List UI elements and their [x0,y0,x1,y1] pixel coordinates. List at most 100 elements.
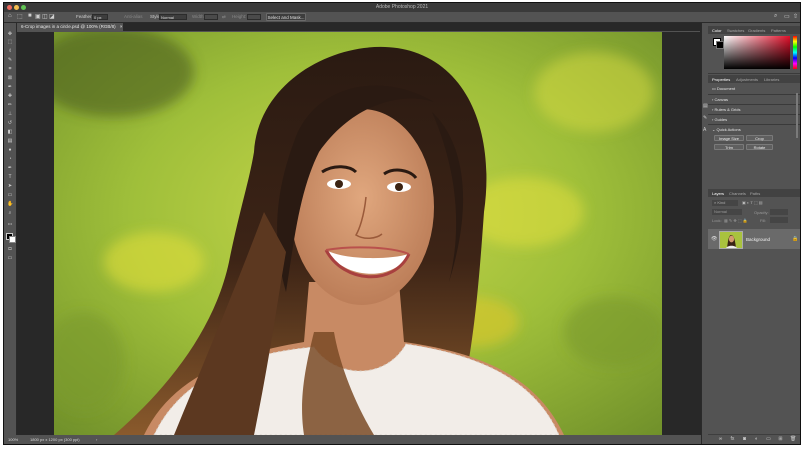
status-menu-icon[interactable]: › [96,437,97,442]
eyedropper-tool-icon[interactable]: ✒ [7,85,13,90]
section-canvas[interactable]: › Canvas [712,97,728,102]
background-color-swatch[interactable] [9,236,16,243]
crop-button[interactable]: Crop [746,135,773,141]
character-icon[interactable]: A [703,127,706,133]
tab-properties[interactable]: Properties [712,77,730,82]
type-tool-icon[interactable]: T [7,175,13,180]
tools-panel: ✥ ⬚ ℓ ✎ ⌗ ⊠ ✒ ✚ ✏ ⊥ ↺ ◧ ▤ ● ◔ ✒ T ➤ ▭ ✋ … [4,23,17,444]
tab-channels[interactable]: Channels [729,191,746,196]
width-input[interactable] [204,14,218,20]
rotate-button[interactable]: Rotate [746,144,773,150]
add-mask-icon[interactable]: ◙ [742,437,747,442]
layer-style-icon[interactable]: fx [730,437,735,442]
lock-label: Lock: [712,218,722,223]
section-guides[interactable]: › Guides [712,117,727,122]
new-group-icon[interactable]: ▭ [766,437,771,442]
layer-filter-icons[interactable]: ▣ ◐ T ⬚ ▤ [742,200,763,205]
image-size-button[interactable]: Image Size [714,135,744,141]
link-layers-icon[interactable]: ∞ [718,437,723,442]
section-guides-label: Guides [714,117,728,122]
close-tab-icon[interactable]: × [120,24,123,29]
fill-label: Fill: [760,218,767,223]
document-tab[interactable]: 6-Crop images in a circle.psd @ 100% (RG… [17,23,123,31]
trim-button[interactable]: Trim [714,144,744,150]
tab-swatches[interactable]: Swatches [727,28,744,33]
delete-layer-icon[interactable]: 🗑 [790,437,796,442]
share-icon[interactable]: ⇧ [793,13,798,20]
color-field[interactable] [724,36,790,69]
blur-tool-icon[interactable]: ● [7,148,13,153]
brush-tool-icon[interactable]: ✏ [7,103,13,108]
document-info[interactable]: 1800 px x 1200 px (300 ppi) [30,437,80,442]
layer-thumbnail-image [720,232,742,248]
layer-row-background[interactable]: 👁 Background 🔒 [708,229,800,249]
feather-input[interactable]: 0 px [92,14,108,20]
tab-gradients[interactable]: Gradients [748,28,765,33]
intersect-selection-icon[interactable]: ◪ [49,13,55,20]
tab-patterns[interactable]: Patterns [771,28,786,33]
hand-tool-icon[interactable]: ✋ [7,202,13,207]
opacity-input[interactable] [770,209,788,215]
quick-select-tool-icon[interactable]: ✎ [7,58,13,63]
fill-input[interactable] [770,217,788,223]
canvas-area[interactable] [17,32,700,437]
zoom-level[interactable]: 100% [8,437,18,442]
panel-bg-swatch[interactable] [716,41,724,49]
stamp-tool-icon[interactable]: ⊥ [7,112,13,117]
feather-label: Feather: [76,14,93,19]
new-layer-icon[interactable]: ⊞ [778,437,783,442]
new-selection-icon[interactable]: ■ [28,13,32,19]
layer-name[interactable]: Background [746,237,770,242]
crop-tool-icon[interactable]: ⌗ [7,67,13,72]
select-and-mask-button[interactable]: Select and Mask... [266,13,306,21]
search-icon[interactable]: ⌕ [774,13,777,20]
color-panel-tabs: Color Swatches Gradients Patterns [708,26,800,34]
tab-layers[interactable]: Layers [712,191,724,196]
document-image[interactable] [54,32,662,435]
photoshop-window: Adobe Photoshop 2021 ⌂ ⬚ ■ ▣ ◫ ◪ Feather… [3,2,801,445]
marquee-tool-icon[interactable]: ⬚ [7,40,13,45]
shape-tool-icon[interactable]: ▭ [7,193,13,198]
marquee-preset-icon[interactable]: ⬚ [17,13,23,20]
gradient-tool-icon[interactable]: ▤ [7,139,13,144]
app-title: Adobe Photoshop 2021 [375,4,429,10]
tab-paths[interactable]: Paths [750,191,760,196]
healing-tool-icon[interactable]: ✚ [7,94,13,99]
lock-icons[interactable]: ▦ ✎ ✥ ⬚ 🔒 [724,218,748,223]
brush-settings-icon[interactable]: ✎ [703,115,707,121]
workspace-icon[interactable]: ▭ [784,13,790,20]
screen-mode-icon[interactable]: ▭ [7,256,13,261]
section-quick-actions[interactable]: ⌄ Quick Actions [712,127,741,132]
quick-mask-icon[interactable]: ◘ [7,247,13,252]
more-tools-icon[interactable]: ••• [7,221,13,226]
blend-mode-select[interactable]: Normal [712,209,742,215]
home-icon[interactable]: ⌂ [8,13,12,19]
height-input[interactable] [247,14,261,20]
layer-filter-kind[interactable]: ⌕ Kind [712,200,738,206]
properties-document-row: ▭ Document [712,86,735,91]
history-brush-tool-icon[interactable]: ↺ [7,121,13,126]
subtract-selection-icon[interactable]: ◫ [42,13,48,20]
lasso-tool-icon[interactable]: ℓ [7,49,13,54]
style-select[interactable]: Normal [159,14,187,20]
layer-lock-icon: 🔒 [792,236,799,242]
kind-label: Kind [717,200,726,205]
antialias-checkbox[interactable]: Anti-alias [124,14,143,19]
tab-libraries[interactable]: Libraries [764,77,779,82]
add-selection-icon[interactable]: ▣ [35,13,41,20]
dodge-tool-icon[interactable]: ◔ [7,157,13,162]
adjustment-layer-icon[interactable]: ◐ [754,437,759,442]
tab-color[interactable]: Color [712,28,722,33]
pen-tool-icon[interactable]: ✒ [7,166,13,171]
eraser-tool-icon[interactable]: ◧ [7,130,13,135]
swap-icon[interactable]: ⇄ [222,14,226,20]
visibility-eye-icon[interactable]: 👁 [711,236,717,242]
move-tool-icon[interactable]: ✥ [7,32,13,37]
hue-slider[interactable] [793,36,797,69]
section-rulers-grids[interactable]: › Rulers & Grids [712,107,740,112]
tab-adjustments[interactable]: Adjustments [736,77,758,82]
zoom-tool-icon[interactable]: ⌕ [7,211,13,216]
frame-tool-icon[interactable]: ⊠ [7,76,13,81]
path-select-tool-icon[interactable]: ➤ [7,184,13,189]
properties-scrollbar[interactable] [796,93,798,138]
